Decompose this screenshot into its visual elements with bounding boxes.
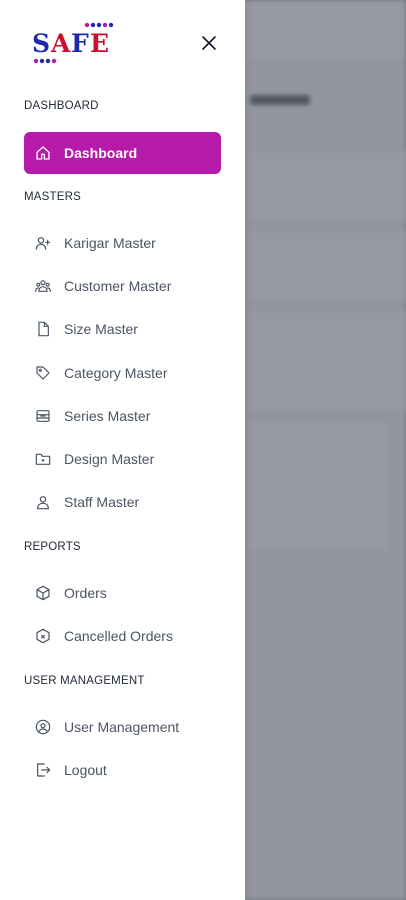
- nav-label: Category Master: [64, 365, 168, 381]
- nav-item-size-master[interactable]: Size Master: [24, 308, 221, 350]
- section-title-dashboard: DASHBOARD: [24, 100, 99, 112]
- user-plus-icon: [34, 234, 52, 252]
- folder-icon: [34, 450, 52, 468]
- nav-item-cancelled-orders[interactable]: Cancelled Orders: [24, 615, 221, 657]
- svg-text:A: A: [50, 29, 71, 58]
- nav-label: Customer Master: [64, 278, 172, 294]
- nav-item-orders[interactable]: Orders: [24, 572, 221, 614]
- nav-item-customer-master[interactable]: Customer Master: [24, 265, 221, 307]
- nav-label: Logout: [64, 762, 107, 778]
- nav-label: Orders: [64, 585, 107, 601]
- box-x-icon: [34, 627, 52, 645]
- svg-text:F: F: [71, 29, 89, 58]
- nav-item-design-master[interactable]: Design Master: [24, 438, 221, 480]
- layers-box-icon: [34, 407, 52, 425]
- close-icon: [202, 36, 216, 50]
- nav-item-karigar-master[interactable]: Karigar Master: [24, 222, 221, 264]
- nav-label: Design Master: [64, 451, 155, 467]
- nav-item-staff-master[interactable]: Staff Master: [24, 481, 221, 523]
- svg-text:S: S: [32, 29, 50, 58]
- section-title-user-management: USER MANAGEMENT: [24, 675, 145, 687]
- nav-label: User Management: [64, 719, 180, 735]
- nav-label: Series Master: [64, 408, 151, 424]
- user-circle-icon: [34, 718, 52, 736]
- nav-label: Cancelled Orders: [64, 628, 173, 644]
- safe-logo-icon: S A F E: [32, 22, 114, 64]
- section-title-masters: MASTERS: [24, 191, 81, 203]
- nav-label: Staff Master: [64, 494, 140, 510]
- tag-icon: [34, 364, 52, 382]
- nav-item-series-master[interactable]: Series Master: [24, 395, 221, 437]
- brand-logo: S A F E: [30, 22, 120, 66]
- users-icon: [34, 277, 52, 295]
- nav-label: Dashboard: [64, 145, 138, 161]
- nav-label: Karigar Master: [64, 235, 156, 251]
- file-icon: [34, 320, 52, 338]
- svg-text:E: E: [90, 29, 109, 58]
- nav-item-logout[interactable]: Logout: [24, 749, 221, 791]
- nav-item-category-master[interactable]: Category Master: [24, 352, 221, 394]
- side-drawer: S A F E DASHBOARD Dashboard MASTERS Kari…: [0, 0, 245, 900]
- close-drawer-button[interactable]: [196, 30, 222, 56]
- nav-label: Size Master: [64, 321, 138, 337]
- nav-item-dashboard[interactable]: Dashboard: [24, 132, 221, 174]
- home-icon: [34, 144, 52, 162]
- logout-icon: [34, 761, 52, 779]
- user-icon: [34, 493, 52, 511]
- nav-item-user-management[interactable]: User Management: [24, 706, 221, 748]
- box-icon: [34, 584, 52, 602]
- section-title-reports: REPORTS: [24, 541, 81, 553]
